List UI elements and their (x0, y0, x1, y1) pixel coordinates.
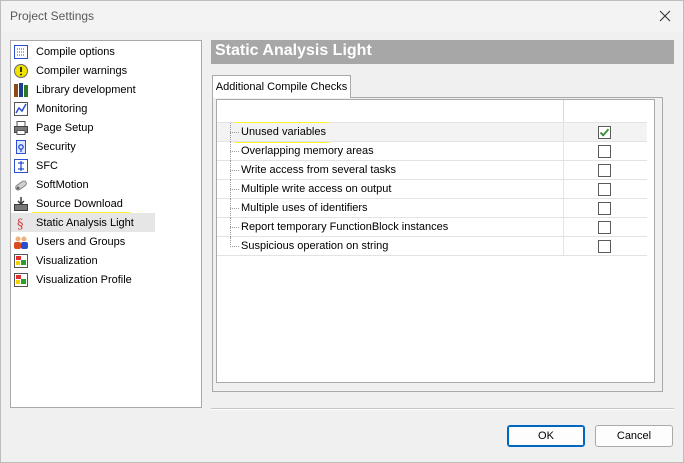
check-label: Multiple uses of identifiers (241, 202, 368, 214)
sidebar-item-static-analysis-light[interactable]: § Static Analysis Light (11, 213, 155, 232)
grid-column-separator (563, 100, 564, 122)
sidebar-item-compile-options[interactable]: Compile options (11, 42, 155, 61)
sidebar-item-page-setup[interactable]: Page Setup (11, 118, 155, 137)
sidebar-item-source-download[interactable]: Source Download (11, 194, 155, 213)
check-checkbox[interactable] (598, 145, 611, 158)
check-row: Write access from several tasks (217, 161, 647, 180)
check-checkbox[interactable] (598, 240, 611, 253)
sidebar-item-label: SFC (36, 159, 58, 172)
source-download-icon (13, 196, 29, 212)
grid-column-separator (563, 123, 564, 142)
sidebar-item-label: Visualization Profile (36, 273, 132, 286)
static-analysis-icon: § (13, 215, 29, 231)
compile-options-icon (13, 44, 29, 60)
tree-line (230, 227, 239, 228)
sidebar-item-label: Source Download (36, 197, 123, 210)
check-checkbox[interactable] (598, 164, 611, 177)
sidebar-item-label: Compiler warnings (36, 64, 128, 77)
sidebar-item-label: Users and Groups (36, 235, 126, 248)
check-label: Multiple write access on output (241, 183, 392, 195)
check-row: Overlapping memory areas (217, 142, 647, 161)
tree-line (230, 189, 239, 190)
tree-line (230, 170, 239, 171)
cancel-button[interactable]: Cancel (595, 425, 673, 447)
visualization-icon (13, 253, 29, 269)
check-label: Overlapping memory areas (241, 145, 374, 157)
title-bar: Project Settings (1, 1, 683, 32)
sidebar-item-monitoring[interactable]: Monitoring (11, 99, 155, 118)
sidebar-item-label: SoftMotion (36, 178, 89, 191)
sidebar-item-label: Security (36, 140, 76, 153)
visualization-profile-icon (13, 272, 29, 288)
grid-column-separator (563, 237, 564, 256)
check-label: Write access from several tasks (241, 164, 397, 176)
tree-line (230, 151, 239, 152)
sidebar-item-visualization[interactable]: Visualization (11, 251, 155, 270)
check-row: Unused variables (217, 123, 647, 142)
sidebar-item-label: Compile options (36, 45, 115, 58)
close-button[interactable] (653, 5, 677, 27)
printer-icon (13, 120, 29, 136)
check-checkbox[interactable] (598, 183, 611, 196)
check-row: Multiple write access on output (217, 180, 647, 199)
check-row: Multiple uses of identifiers (217, 199, 647, 218)
check-row: Report temporary FunctionBlock instances (217, 218, 647, 237)
close-icon (659, 10, 671, 22)
library-icon (13, 82, 29, 98)
checkmark-icon (599, 128, 610, 137)
tree-line (230, 208, 239, 209)
check-label: Report temporary FunctionBlock instances (241, 221, 449, 233)
tree-line (230, 246, 239, 247)
sidebar-item-softmotion[interactable]: SoftMotion (11, 175, 155, 194)
sidebar-item-sfc[interactable]: SFC (11, 156, 155, 175)
ok-button[interactable]: OK (507, 425, 585, 447)
sidebar-item-label: Page Setup (36, 121, 94, 134)
check-checkbox[interactable] (598, 221, 611, 234)
svg-text:§: § (17, 217, 24, 231)
tree-line (230, 132, 239, 133)
project-settings-dialog: Project Settings Compile options Compiler… (0, 0, 684, 463)
security-icon (13, 139, 29, 155)
grid-column-separator (563, 142, 564, 161)
check-row: Suspicious operation on string (217, 237, 647, 256)
footer-divider (211, 408, 674, 410)
sfc-icon (13, 158, 29, 174)
grid-column-separator (563, 161, 564, 180)
tab-additional-compile-checks[interactable]: Additional Compile Checks (212, 75, 351, 98)
grid-column-separator (563, 180, 564, 199)
warning-icon (13, 63, 29, 79)
sidebar-item-compiler-warnings[interactable]: Compiler warnings (11, 61, 155, 80)
section-heading-bar: Static Analysis Light (211, 40, 674, 64)
sidebar-item-visualization-profile[interactable]: Visualization Profile (11, 270, 155, 289)
sidebar-item-users-and-groups[interactable]: Users and Groups (11, 232, 155, 251)
sidebar-item-label: Static Analysis Light (36, 216, 134, 229)
users-icon (13, 234, 29, 250)
grid-column-separator (563, 218, 564, 237)
check-label: Suspicious operation on string (241, 240, 389, 252)
check-checkbox[interactable] (598, 126, 611, 139)
softmotion-icon (13, 177, 29, 193)
sidebar-item-label: Monitoring (36, 102, 88, 115)
section-heading: Static Analysis Light (215, 42, 372, 59)
check-label: Unused variables (241, 126, 326, 138)
window-title: Project Settings (10, 9, 95, 23)
sidebar-item-security[interactable]: Security (11, 137, 155, 156)
check-checkbox[interactable] (598, 202, 611, 215)
monitoring-icon (13, 101, 29, 117)
sidebar-item-library-development[interactable]: Library development (11, 80, 155, 99)
sidebar-item-label: Visualization (36, 254, 98, 267)
grid-column-separator (563, 199, 564, 218)
sidebar-item-label: Library development (36, 83, 136, 96)
